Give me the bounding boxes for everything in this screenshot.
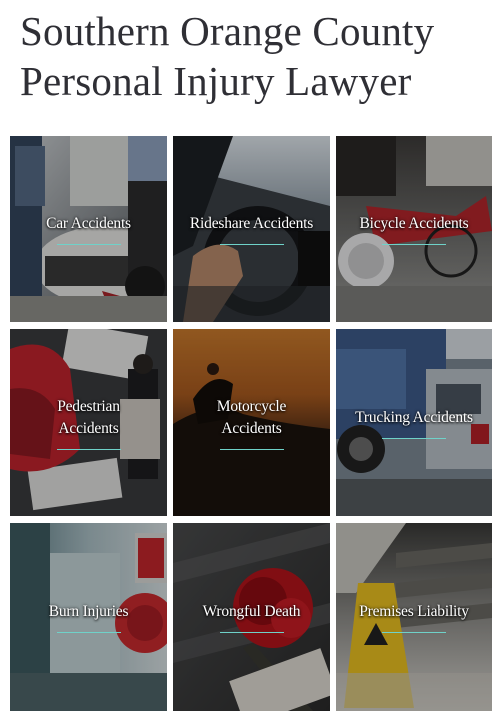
tile-underline <box>219 632 284 633</box>
tile-burn-injuries[interactable]: Burn Injuries <box>10 523 167 711</box>
tile-label: Wrongful Death <box>197 601 307 623</box>
tile-underline <box>219 244 284 245</box>
tile-label-line: Car Accidents <box>46 215 131 232</box>
tile-bicycle-accidents[interactable]: Bicycle Accidents <box>336 136 492 322</box>
tile-label: Motorcycle Accidents <box>211 396 292 440</box>
tile-label-line: Accidents <box>221 419 282 437</box>
tile-label: Bicycle Accidents <box>354 213 475 235</box>
tile-underline <box>56 448 121 450</box>
tile-label-line: Rideshare Accidents <box>189 215 314 232</box>
tile-underline <box>382 244 446 245</box>
tile-underline <box>382 632 446 633</box>
tile-pedestrian-accidents[interactable]: Pedestrian Accidents <box>10 329 167 516</box>
tile-label: Rideshare Accidents <box>184 213 319 235</box>
tile-underline <box>219 448 284 450</box>
tile-rideshare-accidents[interactable]: Rideshare Accidents <box>173 136 330 322</box>
tile-label-line: Pedestrian <box>57 397 120 415</box>
tile-label: Trucking Accidents <box>349 407 479 429</box>
tile-underline <box>56 244 121 245</box>
tile-label: Burn Injuries <box>43 601 135 623</box>
tile-car-accidents[interactable]: Car Accidents <box>10 136 167 322</box>
tile-label-line: Accidents <box>58 419 119 437</box>
practice-areas-grid: Car Accidents Rideshare Accidents Bicycl… <box>10 136 492 711</box>
tile-wrongful-death[interactable]: Wrongful Death <box>173 523 330 711</box>
page-title: Southern Orange County Personal Injury L… <box>20 6 490 106</box>
tile-label-line: Burn Injuries <box>48 603 129 620</box>
tile-label: Premises Liability <box>353 601 475 623</box>
tile-label-line: Bicycle Accidents <box>359 215 469 232</box>
tile-label-line: Motorcycle <box>216 397 287 415</box>
tile-trucking-accidents[interactable]: Trucking Accidents <box>336 329 492 516</box>
tile-underline <box>382 437 446 439</box>
tile-label: Car Accidents <box>40 213 137 235</box>
page-title-line-2: Personal Injury Lawyer <box>20 58 412 104</box>
tile-label-line: Wrongful Death <box>202 603 301 620</box>
tile-label: Pedestrian Accidents <box>51 396 126 440</box>
tile-motorcycle-accidents[interactable]: Motorcycle Accidents <box>173 329 330 516</box>
tile-underline <box>56 632 121 633</box>
tile-premises-liability[interactable]: Premises Liability <box>336 523 492 711</box>
tile-label-line: Trucking Accidents <box>355 408 473 426</box>
tile-label-line: Premises Liability <box>359 603 469 620</box>
page-title-line-1: Southern Orange County <box>20 8 435 54</box>
